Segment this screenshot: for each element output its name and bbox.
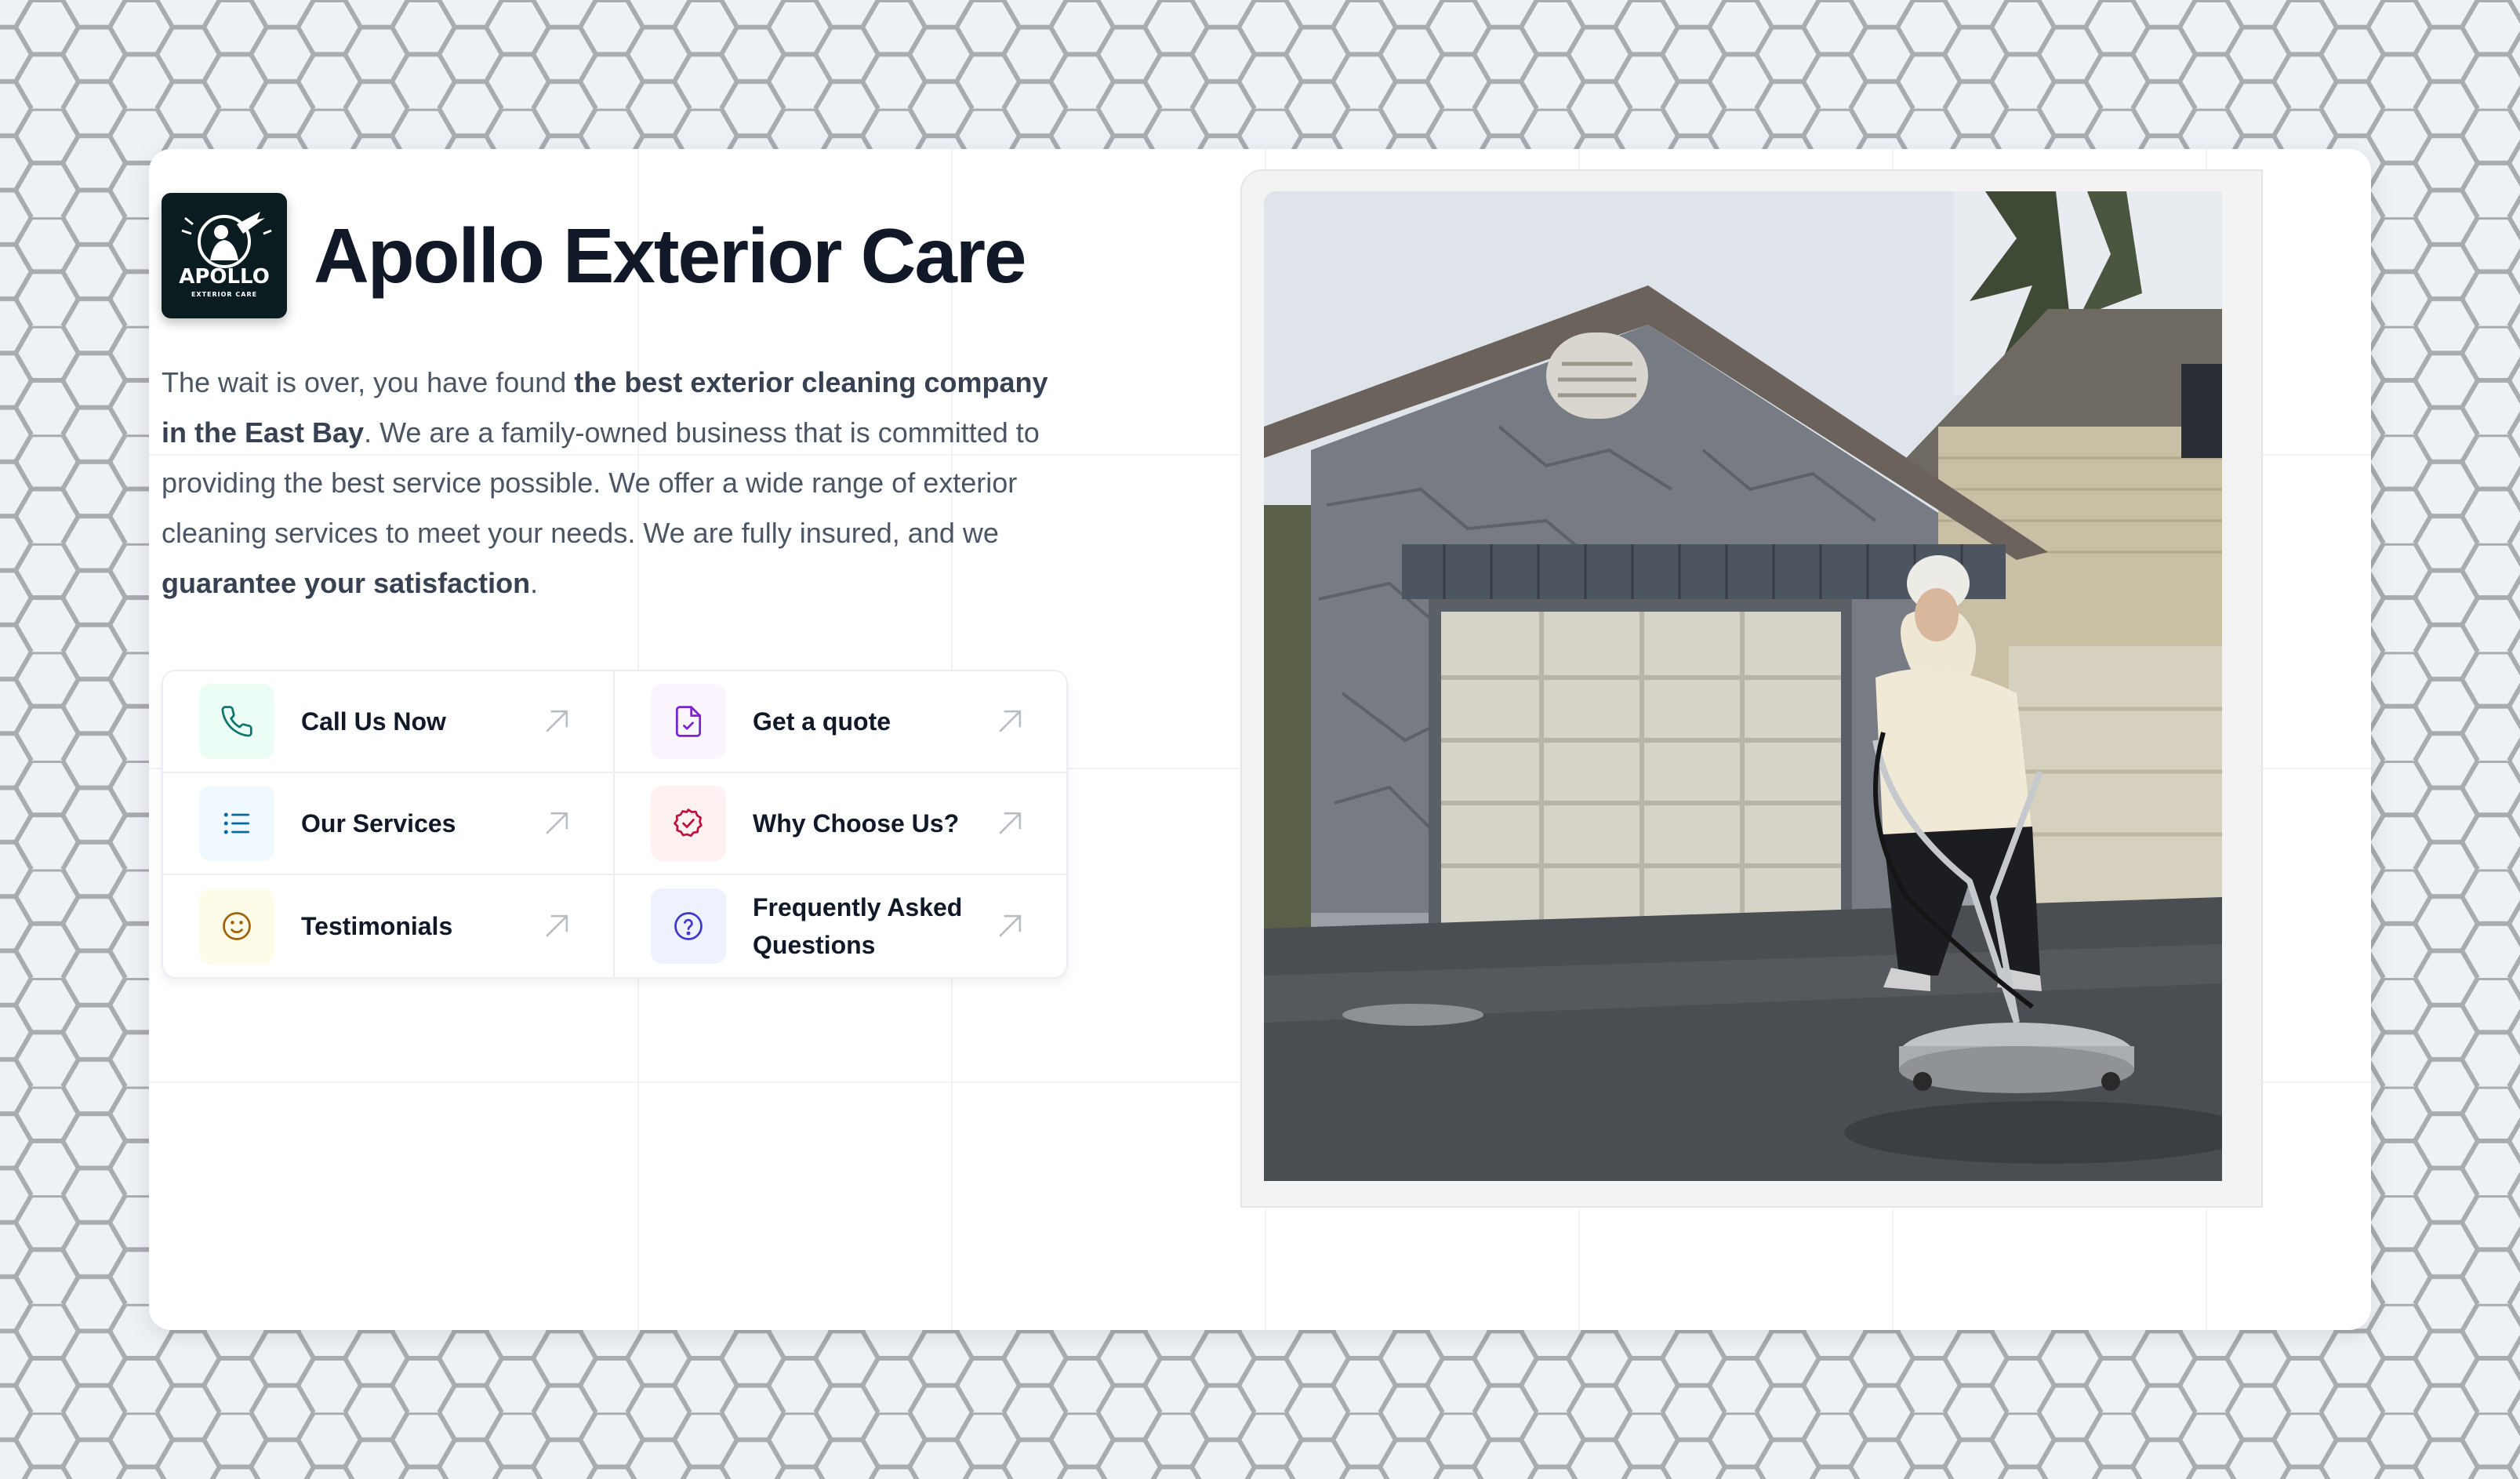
- faq-label: Frequently Asked Questions: [753, 893, 963, 959]
- document-check-icon: [675, 706, 702, 737]
- apollo-logo: APOLLO EXTERIOR CARE: [162, 193, 287, 318]
- hero-content: APOLLO EXTERIOR CARE Apollo Exterior Car…: [162, 193, 1071, 637]
- question-circle-icon-tile: [651, 888, 726, 964]
- our-services-label: Our Services: [301, 809, 456, 838]
- brand-header: APOLLO EXTERIOR CARE Apollo Exterior Car…: [162, 193, 1071, 318]
- list-icon: [223, 812, 250, 834]
- call-us-now-link[interactable]: Call Us Now: [163, 671, 615, 773]
- badge-check-icon: [674, 809, 703, 838]
- logo-wordmark: APOLLO: [179, 265, 270, 289]
- intro-highlight-guarantee: guarantee your satisfaction: [162, 567, 531, 599]
- testimonials-label: Testimonials: [301, 912, 453, 940]
- arrow-up-right-icon: [999, 710, 1022, 732]
- quick-links-grid: Call Us Now Get a quote Our Services Why…: [162, 670, 1068, 979]
- badge-check-icon-tile: [651, 786, 726, 861]
- document-check-icon-tile: [651, 684, 726, 759]
- arrow-up-right-icon: [999, 914, 1022, 937]
- get-a-quote-label: Get a quote: [753, 707, 891, 736]
- arrow-up-right-icon: [999, 812, 1022, 834]
- faq-link[interactable]: Frequently Asked Questions: [615, 875, 1066, 977]
- arrow-up-right-icon: [546, 710, 568, 732]
- why-choose-us-link[interactable]: Why Choose Us?: [615, 773, 1066, 875]
- smiley-icon: [223, 912, 251, 940]
- phone-icon: [221, 706, 252, 737]
- phone-icon-tile: [199, 684, 274, 759]
- our-services-link[interactable]: Our Services: [163, 773, 615, 875]
- arrow-up-right-icon: [546, 812, 568, 834]
- arrow-up-right-icon: [546, 914, 568, 937]
- get-a-quote-link[interactable]: Get a quote: [615, 671, 1066, 773]
- intro-text-1: The wait is over, you have found: [162, 366, 575, 398]
- testimonials-link[interactable]: Testimonials: [163, 875, 615, 977]
- call-us-now-label: Call Us Now: [301, 707, 446, 736]
- why-choose-us-label: Why Choose Us?: [753, 809, 960, 838]
- question-circle-icon: [674, 912, 703, 940]
- intro-text-3: .: [530, 567, 539, 599]
- logo-subtext: EXTERIOR CARE: [191, 291, 257, 298]
- page-title: Apollo Exterior Care: [314, 213, 1027, 299]
- house-driveway-illustration: [1264, 191, 2222, 1181]
- list-icon-tile: [199, 786, 274, 861]
- smiley-icon-tile: [199, 888, 274, 964]
- hero-photo-pressure-washing-driveway: [1264, 191, 2222, 1181]
- intro-paragraph: The wait is over, you have found the bes…: [162, 358, 1071, 609]
- apollo-logo-icon: APOLLO EXTERIOR CARE: [179, 212, 272, 298]
